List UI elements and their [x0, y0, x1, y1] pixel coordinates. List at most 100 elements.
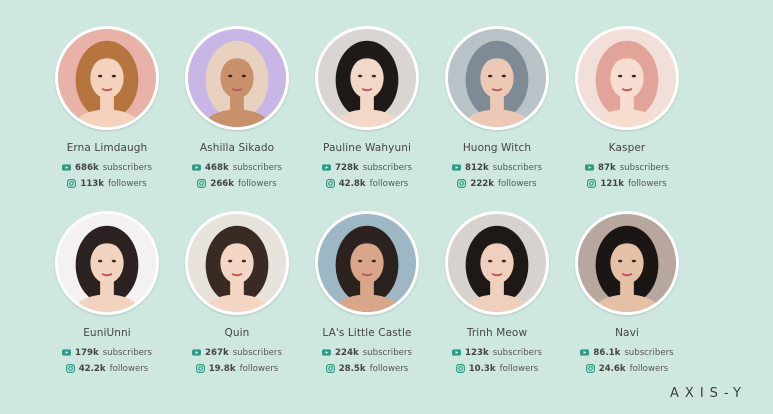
subscribers-count: 468k: [205, 162, 229, 173]
followers-label: followers: [628, 178, 667, 189]
instagram-icon: [65, 364, 75, 373]
youtube-icon: [192, 348, 202, 357]
followers-stat: 266k followers: [172, 178, 302, 189]
followers-count: 10.3k: [468, 363, 496, 374]
subscribers-count: 123k: [465, 347, 489, 358]
followers-label: followers: [498, 178, 537, 189]
subscribers-stat: 812k subscribers: [432, 162, 562, 173]
subscribers-label: subscribers: [232, 347, 282, 358]
subscribers-count: 179k: [75, 347, 99, 358]
subscribers-stat: 224k subscribers: [302, 347, 432, 358]
influencer-card[interactable]: Ashilla Sikado 468k subscribers 266k followe…: [172, 26, 302, 189]
youtube-icon: [62, 163, 72, 172]
influencer-name: Kasper: [608, 142, 646, 154]
subscribers-label: subscribers: [492, 162, 542, 173]
followers-stat: 113k followers: [42, 178, 172, 189]
followers-label: followers: [369, 363, 409, 374]
influencer-card[interactable]: Erna Limdaugh 686k subscribers 113k follower…: [42, 26, 172, 189]
brand-logo: AXIS-Y: [670, 386, 747, 401]
subscribers-label: subscribers: [624, 347, 674, 358]
followers-count: 42.8k: [338, 178, 366, 189]
influencer-name: Ashilla Sikado: [199, 142, 275, 154]
influencer-name: Navi: [615, 327, 639, 339]
followers-stat: 42.8k followers: [302, 178, 432, 189]
influencer-name: LA's Little Castle: [322, 327, 412, 339]
followers-count: 113k: [80, 178, 104, 189]
subscribers-label: subscribers: [102, 347, 152, 358]
subscribers-stat: 267k subscribers: [172, 347, 302, 358]
influencer-name: Erna Limdaugh: [66, 142, 148, 154]
avatar[interactable]: [575, 26, 679, 130]
followers-stat: 19.8k followers: [172, 363, 302, 374]
subscribers-stat: 87k subscribers: [562, 162, 692, 173]
influencer-name: Trinh Meow: [466, 327, 528, 339]
youtube-icon: [580, 348, 590, 357]
avatar[interactable]: [315, 26, 419, 130]
followers-stat: 42.2k followers: [42, 363, 172, 374]
avatar[interactable]: [445, 26, 549, 130]
youtube-icon: [585, 163, 595, 172]
instagram-icon: [587, 179, 597, 188]
avatar[interactable]: [55, 26, 159, 130]
instagram-icon: [325, 364, 335, 373]
subscribers-label: subscribers: [619, 162, 669, 173]
subscribers-count: 728k: [335, 162, 359, 173]
subscribers-label: subscribers: [492, 347, 542, 358]
youtube-icon: [322, 348, 332, 357]
subscribers-label: subscribers: [102, 162, 152, 173]
instagram-icon: [457, 179, 467, 188]
subscribers-count: 812k: [465, 162, 489, 173]
subscribers-count: 224k: [335, 347, 359, 358]
followers-count: 24.6k: [598, 363, 626, 374]
subscribers-label: subscribers: [362, 162, 412, 173]
followers-label: followers: [109, 363, 149, 374]
influencer-card[interactable]: EuniUnni 179k subscribers 42.2k followers: [42, 211, 172, 374]
subscribers-count: 267k: [205, 347, 229, 358]
instagram-icon: [455, 364, 465, 373]
influencer-card[interactable]: Pauline Wahyuni 728k subscribers 42.8k follo…: [302, 26, 432, 189]
subscribers-label: subscribers: [362, 347, 412, 358]
subscribers-stat: 179k subscribers: [42, 347, 172, 358]
followers-label: followers: [499, 363, 539, 374]
influencer-name: Quin: [224, 327, 250, 339]
avatar[interactable]: [55, 211, 159, 315]
followers-label: followers: [629, 363, 669, 374]
influencer-card[interactable]: LA's Little Castle 224k subscribers 28.5k fo…: [302, 211, 432, 374]
subscribers-count: 86.1k: [593, 347, 621, 358]
followers-stat: 10.3k followers: [432, 363, 562, 374]
avatar[interactable]: [185, 26, 289, 130]
influencer-grid: Erna Limdaugh 686k subscribers 113k follower…: [0, 0, 773, 414]
youtube-icon: [452, 163, 462, 172]
followers-stat: 24.6k followers: [562, 363, 692, 374]
instagram-icon: [325, 179, 335, 188]
followers-count: 42.2k: [78, 363, 106, 374]
influencer-card[interactable]: Huong Witch 812k subscribers 222k followers: [432, 26, 562, 189]
followers-count: 28.5k: [338, 363, 366, 374]
influencer-name: EuniUnni: [83, 327, 131, 339]
followers-label: followers: [108, 178, 147, 189]
avatar[interactable]: [315, 211, 419, 315]
avatar[interactable]: [575, 211, 679, 315]
influencer-card[interactable]: Kasper 87k subscribers 121k followers: [562, 26, 692, 189]
instagram-icon: [585, 364, 595, 373]
youtube-icon: [62, 348, 72, 357]
followers-count: 121k: [600, 178, 624, 189]
influencer-name: Huong Witch: [462, 142, 532, 154]
followers-stat: 121k followers: [562, 178, 692, 189]
avatar[interactable]: [445, 211, 549, 315]
subscribers-label: subscribers: [232, 162, 282, 173]
followers-label: followers: [238, 178, 277, 189]
instagram-icon: [195, 364, 205, 373]
avatar[interactable]: [185, 211, 289, 315]
followers-stat: 222k followers: [432, 178, 562, 189]
influencer-card[interactable]: Navi 86.1k subscribers 24.6k followers: [562, 211, 692, 374]
influencer-card[interactable]: Quin 267k subscribers 19.8k followers: [172, 211, 302, 374]
subscribers-stat: 123k subscribers: [432, 347, 562, 358]
followers-count: 222k: [470, 178, 494, 189]
subscribers-count: 87k: [598, 162, 616, 173]
subscribers-stat: 86.1k subscribers: [562, 347, 692, 358]
influencer-card[interactable]: Trinh Meow 123k subscribers 10.3k followers: [432, 211, 562, 374]
subscribers-count: 686k: [75, 162, 99, 173]
subscribers-stat: 468k subscribers: [172, 162, 302, 173]
followers-label: followers: [369, 178, 409, 189]
